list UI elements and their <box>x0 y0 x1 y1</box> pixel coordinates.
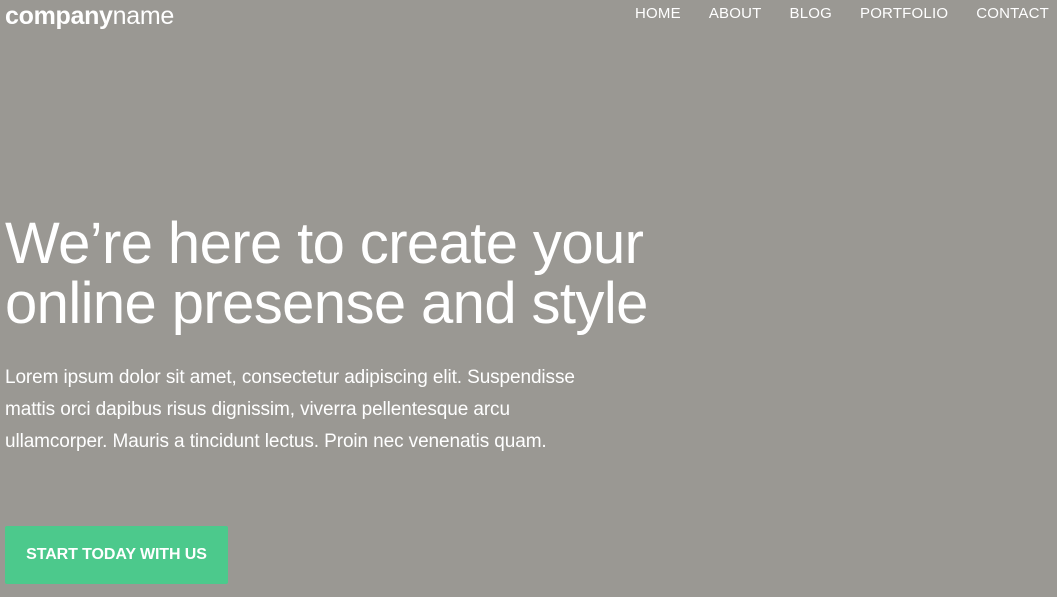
hero-title-line-1: We’re here to create your <box>5 211 644 276</box>
logo-name-text: name <box>112 2 175 30</box>
hero-text-line-1: Lorem ipsum dolor sit amet, consectetur … <box>5 367 575 388</box>
nav-home-link[interactable]: HOME <box>635 0 681 28</box>
start-today-button[interactable]: START TODAY WITH US <box>5 526 228 584</box>
nav-blog-link[interactable]: BLOG <box>790 0 832 28</box>
nav-contact-link[interactable]: CONTACT <box>976 0 1049 28</box>
hero-section: We’re here to create your online presens… <box>5 214 705 458</box>
hero-text-line-2: mattis orci dapibus risus dignissim, viv… <box>5 399 510 420</box>
site-header: companyname HOME ABOUT BLOG PORTFOLIO CO… <box>0 0 1057 30</box>
hero-text-line-3: ullamcorper. Mauris a tincidunt lectus. … <box>5 431 547 452</box>
nav-about-link[interactable]: ABOUT <box>709 0 762 28</box>
company-logo[interactable]: companyname <box>5 1 174 31</box>
hero-title-line-2: online presense and style <box>5 271 648 336</box>
hero-description: Lorem ipsum dolor sit amet, consectetur … <box>5 362 590 458</box>
main-nav: HOME ABOUT BLOG PORTFOLIO CONTACT <box>635 0 1049 28</box>
nav-portfolio-link[interactable]: PORTFOLIO <box>860 0 948 28</box>
logo-company-text: company <box>5 2 113 30</box>
hero-title: We’re here to create your online presens… <box>5 214 705 334</box>
